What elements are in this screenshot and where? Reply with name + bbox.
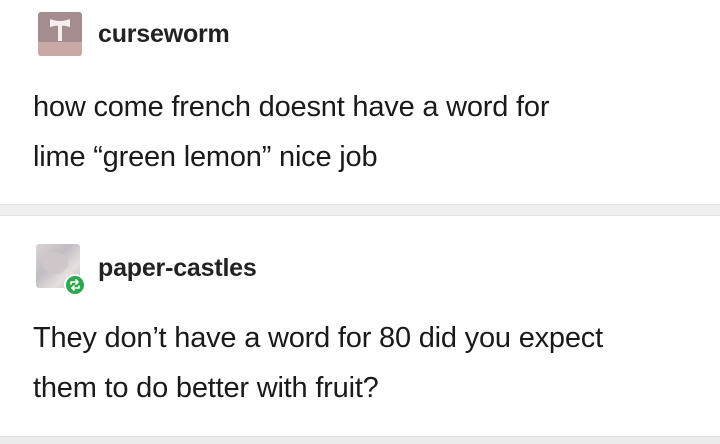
axe-icon [50,19,70,41]
post-text-line: them to do better with fruit? [33,372,379,404]
reblog-badge [64,274,86,296]
avatar[interactable] [38,12,82,56]
post-body: how come french doesnt have a word for l… [33,82,713,182]
post-text-line: lime “green lemon” nice job [33,141,378,173]
post-divider [0,436,720,444]
username[interactable]: paper-castles [98,254,257,283]
avatar-stripe [38,42,82,56]
reblog-icon [70,279,80,291]
post-text-line: They don’t have a word for 80 did you ex… [33,322,603,354]
post-curseworm: curseworm how come french doesnt have a … [0,0,720,204]
post-text-line: how come french doesnt have a word for [33,91,550,123]
post-body: They don’t have a word for 80 did you ex… [33,313,713,413]
avatar-figure [42,252,68,274]
username[interactable]: curseworm [98,20,230,49]
post-divider [0,204,720,216]
